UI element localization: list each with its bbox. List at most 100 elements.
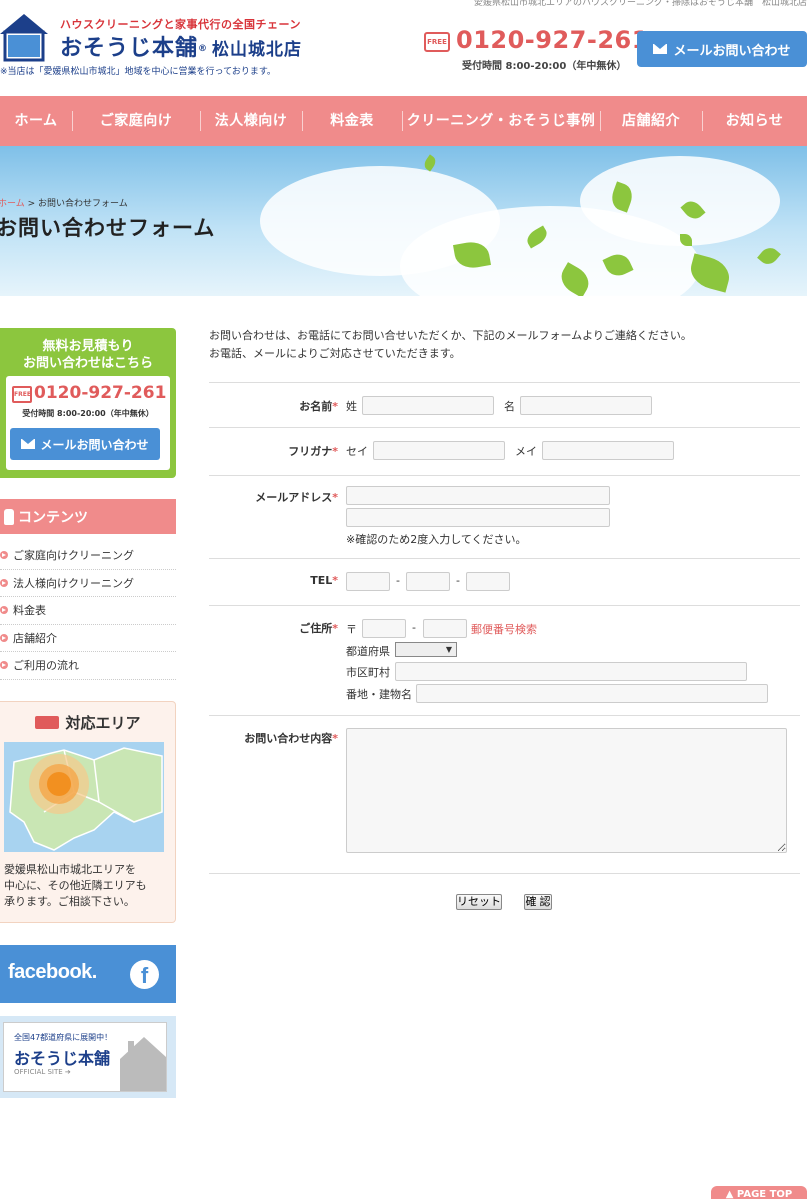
- area-map: [4, 742, 164, 852]
- sidebar-contact-title: 無料お見積もり お問い合わせはこちら: [22, 339, 153, 371]
- sidebar-link-business[interactable]: 法人様向けクリーニング: [0, 570, 176, 597]
- message-label: お問い合わせ内容*: [244, 730, 338, 746]
- first-name-label: 名: [504, 400, 515, 413]
- nav-home[interactable]: ホーム: [0, 96, 72, 146]
- sidebar-contact-box: 無料お見積もり お問い合わせはこちら FREE 0120-927-261 受付時…: [0, 328, 176, 478]
- row-email: メールアドレス* ※確認のため2度入力してください。: [209, 475, 800, 558]
- branch-name: 松山城北店: [212, 40, 303, 60]
- official-tagline: 全国47都道府県に展開中！: [14, 1033, 113, 1042]
- kana-label-text: フリガナ: [288, 445, 333, 458]
- kana-last-label: セイ: [346, 445, 368, 458]
- city-label: 市区町村: [346, 666, 390, 679]
- last-name-label: 姓: [346, 400, 357, 413]
- required-mark: *: [332, 400, 338, 413]
- required-mark: *: [332, 732, 338, 745]
- email-label-text: メールアドレス: [255, 491, 333, 504]
- sidebar-phone-number[interactable]: 0120-927-261: [34, 383, 166, 403]
- address-label-text: ご住所: [299, 622, 333, 635]
- row-message: お問い合わせ内容*: [209, 715, 800, 873]
- cloud: [580, 156, 780, 246]
- required-mark: *: [332, 491, 338, 504]
- row-name: お名前* 姓 名: [209, 382, 800, 427]
- sidebar-link-label: 法人様向けクリーニング: [13, 576, 134, 590]
- email-confirm-input[interactable]: [346, 508, 610, 527]
- leaf: [757, 243, 781, 269]
- message-textarea[interactable]: [346, 728, 787, 853]
- row-tel: TEL* - -: [209, 558, 800, 605]
- confirm-button[interactable]: 確 認: [524, 894, 552, 910]
- nav-household[interactable]: ご家庭向け: [72, 96, 200, 146]
- truck-icon: [35, 716, 60, 729]
- page-top-button[interactable]: ▲ PAGE TOP: [711, 1186, 807, 1199]
- tel-label-text: TEL: [310, 574, 333, 587]
- spray-bottle-icon: [4, 508, 14, 525]
- arrow-bullet-icon: [0, 606, 8, 615]
- nav-shop[interactable]: 店舗紹介: [600, 96, 702, 146]
- sidebar-link-household[interactable]: ご家庭向けクリーニング: [0, 542, 176, 570]
- logo[interactable]: [0, 8, 52, 64]
- area-title: 対応エリア: [0, 712, 176, 733]
- sidebar-link-label: 店舗紹介: [13, 631, 57, 645]
- sidebar-mail-button-label: メールお問い合わせ: [40, 437, 149, 452]
- arrow-bullet-icon: [0, 633, 8, 642]
- arrow-bullet-icon: [0, 551, 8, 560]
- breadcrumb-home[interactable]: ホーム: [0, 199, 25, 209]
- kana-label: フリガナ*: [288, 443, 338, 459]
- postal-mark: 〒: [346, 623, 357, 636]
- last-name-input[interactable]: [362, 396, 494, 415]
- nav-cases[interactable]: クリーニング・おそうじ事例: [402, 96, 600, 146]
- header-note: ※当店は「愛媛県松山市城北」地域を中心に営業を行っております。: [0, 67, 276, 77]
- postal-input-1[interactable]: [362, 619, 406, 638]
- free-dial-icon: FREE: [12, 386, 32, 403]
- reset-button[interactable]: リセット: [456, 894, 502, 910]
- facebook-wordmark: facebook.: [8, 961, 97, 983]
- sidebar-link-shop[interactable]: 店舗紹介: [0, 625, 176, 652]
- sidebar-link-flow[interactable]: ご利用の流れ: [0, 652, 176, 680]
- tel-separator: -: [456, 574, 460, 587]
- email-note: ※確認のため2度入力してください。: [346, 533, 527, 546]
- official-site-banner[interactable]: 全国47都道府県に展開中！ おそうじ本舗 OFFICIAL SITE ➔: [0, 1016, 176, 1098]
- official-site-link: OFFICIAL SITE ➔: [14, 1068, 71, 1076]
- header-mail-button[interactable]: メールお問い合わせ: [637, 31, 807, 67]
- area-title-label: 対応エリア: [65, 714, 141, 732]
- sidebar-link-label: ご利用の流れ: [13, 659, 79, 673]
- sidebar-contact-inner: FREE 0120-927-261 受付時間 8:00-20:00（年中無休） …: [6, 376, 170, 470]
- tel-input-1[interactable]: [346, 572, 390, 591]
- tel-input-3[interactable]: [466, 572, 510, 591]
- nav-pricing[interactable]: 料金表: [302, 96, 402, 146]
- breadcrumb-current: お問い合わせフォーム: [38, 199, 128, 209]
- phone-number[interactable]: 0120-927-261: [456, 26, 649, 54]
- street-label: 番地・建物名: [346, 688, 412, 701]
- street-input[interactable]: [416, 684, 768, 703]
- nav-news[interactable]: お知らせ: [702, 96, 807, 146]
- page-title: お問い合わせフォーム: [0, 216, 216, 240]
- kana-last-input[interactable]: [373, 441, 505, 460]
- official-brand: おそうじ本舗: [14, 1049, 111, 1068]
- name-label: お名前*: [299, 398, 338, 414]
- sidebar-link-pricing[interactable]: 料金表: [0, 597, 176, 625]
- global-nav: ホーム ご家庭向け 法人様向け 料金表 クリーニング・おそうじ事例 店舗紹介 お…: [0, 96, 807, 146]
- prefecture-select[interactable]: ▼: [395, 642, 457, 657]
- envelope-icon: [21, 439, 36, 449]
- email-input[interactable]: [346, 486, 610, 505]
- postal-input-2[interactable]: [423, 619, 467, 638]
- sidebar-phone-hours: 受付時間 8:00-20:00（年中無休）: [22, 409, 154, 418]
- logo-brand[interactable]: おそうじ本舗® 松山城北店: [60, 30, 302, 62]
- leaf: [686, 253, 734, 293]
- kana-first-input[interactable]: [542, 441, 674, 460]
- registered-mark: ®: [198, 44, 209, 54]
- nav-business[interactable]: 法人様向け: [200, 96, 302, 146]
- first-name-input[interactable]: [520, 396, 652, 415]
- sidebar-mail-button[interactable]: メールお問い合わせ: [10, 428, 160, 460]
- kana-first-label: メイ: [515, 445, 537, 458]
- tel-input-2[interactable]: [406, 572, 450, 591]
- tel-separator: -: [396, 574, 400, 587]
- name-label-text: お名前: [299, 400, 333, 413]
- postal-search-link[interactable]: 郵便番号検索: [471, 621, 537, 637]
- facebook-banner[interactable]: facebook. f: [0, 945, 176, 1003]
- required-mark: *: [332, 622, 338, 635]
- city-input[interactable]: [395, 662, 747, 681]
- form-intro: お問い合わせは、お電話にてお問い合せいただくか、下記のメールフォームよりご連絡く…: [209, 329, 692, 360]
- form-bottom-border: [209, 873, 800, 874]
- postal-separator: -: [412, 621, 416, 634]
